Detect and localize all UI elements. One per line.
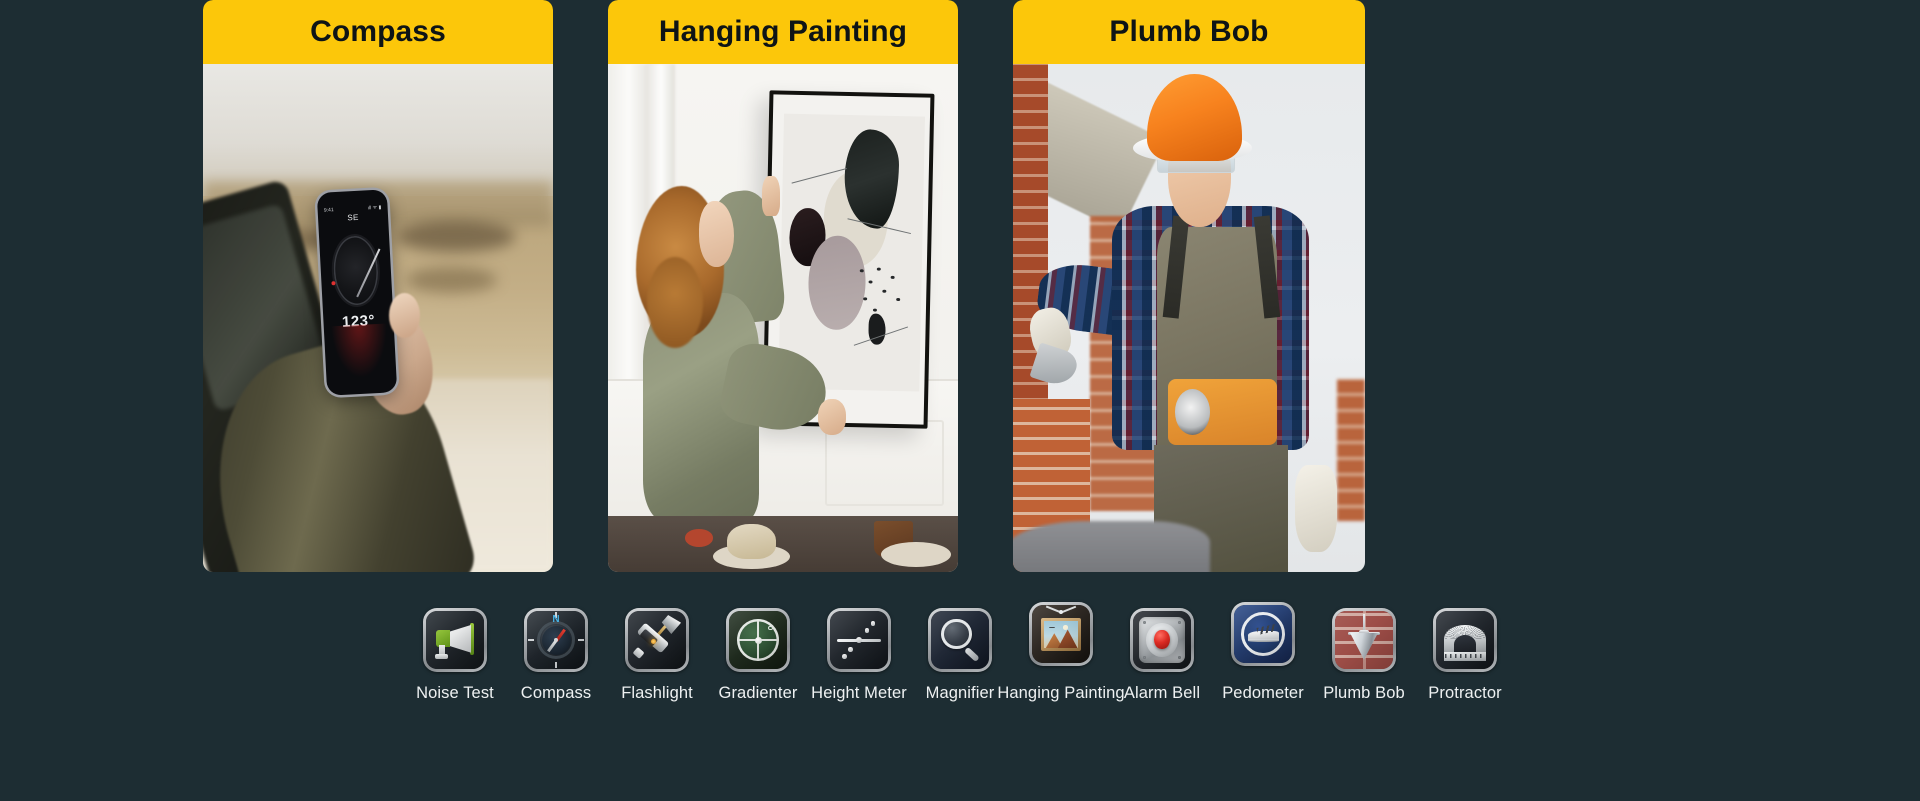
feature-card-plumb-bob[interactable]: Plumb Bob [1013, 0, 1365, 572]
art-speck [872, 308, 877, 312]
app-icon-label: Magnifier [925, 684, 995, 702]
app-icon-flashlight[interactable]: Flashlight [607, 608, 708, 703]
hand-upper [762, 175, 780, 217]
icon-tile[interactable] [1029, 602, 1093, 666]
megaphone-icon [426, 611, 484, 669]
art-speck [890, 275, 895, 279]
hand-lower [818, 399, 846, 435]
ceramic-bowl [727, 523, 776, 560]
protractor-icon [1436, 611, 1494, 669]
app-icon-height-meter[interactable]: Height Meter [809, 608, 910, 703]
icon-tile[interactable] [1231, 602, 1295, 666]
app-icon-label: Noise Test [416, 684, 494, 702]
app-icon-label: Hanging Painting [997, 684, 1125, 702]
magnifying-glass-icon [931, 611, 989, 669]
abstract-artwork [777, 114, 925, 392]
sneaker-icon [1234, 605, 1292, 663]
level-bubble-icon [729, 611, 787, 669]
card-photo-hanging-painting [608, 64, 958, 572]
icon-tile[interactable] [423, 608, 487, 672]
app-icon-protractor[interactable]: Protractor [1415, 608, 1516, 703]
art-speck [862, 297, 867, 301]
app-icon-hanging-painting[interactable]: Hanging Painting [997, 602, 1125, 703]
brick-wall [1336, 378, 1365, 522]
plate-stack [881, 541, 951, 567]
art-speck [876, 267, 881, 271]
tape-measure [1174, 389, 1211, 435]
plumb-bob-icon [1335, 611, 1393, 669]
face [699, 201, 734, 268]
flashlight-icon [628, 611, 686, 669]
status-indicators: ıll ᯤ ▮ [367, 204, 382, 212]
app-icon-noise-test[interactable]: Noise Test [405, 608, 506, 703]
card-title: Hanging Painting [658, 15, 908, 48]
app-icon-label: Alarm Bell [1123, 684, 1201, 702]
app-icon-compass[interactable]: N Compass [506, 608, 607, 703]
app-icon-plumb-bob[interactable]: Plumb Bob [1314, 608, 1415, 703]
icon-tile[interactable] [1130, 608, 1194, 672]
app-icon-magnifier[interactable]: Magnifier [910, 608, 1011, 703]
icon-tile[interactable]: N [524, 608, 588, 672]
art-speck [881, 289, 886, 293]
wall-panel [825, 419, 944, 506]
curly-hair [646, 257, 703, 349]
app-icon-label: Height Meter [811, 684, 907, 702]
card-header: Plumb Bob [1013, 0, 1365, 64]
brush [395, 221, 515, 252]
icon-tile[interactable] [827, 608, 891, 672]
orange-hard-hat [1146, 74, 1242, 161]
photo-builder-bricklaying [1013, 64, 1365, 572]
status-time: 9:41 [323, 207, 334, 214]
page-root: Compass 9:41 ıll ᯤ ▮ SE 123° Hanging Pai… [0, 0, 1920, 801]
icon-tile[interactable] [1332, 608, 1396, 672]
red-dish [685, 529, 713, 547]
app-icon-label: Flashlight [621, 684, 693, 702]
screen-glow [330, 323, 390, 380]
photo-woman-hanging-painting [608, 64, 958, 572]
app-icon-label: Compass [520, 684, 592, 702]
mortar-pile [1013, 521, 1211, 572]
photo-desert-compass: 9:41 ıll ᯤ ▮ SE 123° [203, 64, 553, 572]
alarm-button-icon [1133, 611, 1191, 669]
icon-tile[interactable] [1433, 608, 1497, 672]
icon-tile[interactable] [625, 608, 689, 672]
feature-card-hanging-painting[interactable]: Hanging Painting [608, 0, 958, 572]
art-speck [867, 280, 872, 284]
brush [406, 267, 497, 293]
thumb [388, 292, 420, 339]
card-header: Compass [203, 0, 553, 64]
app-icon-pedometer[interactable]: Pedometer [1213, 602, 1314, 703]
app-icon-label: Plumb Bob [1323, 684, 1405, 702]
card-title: Compass [310, 15, 446, 48]
icon-tile[interactable] [726, 608, 790, 672]
feature-card-compass[interactable]: Compass 9:41 ıll ᯤ ▮ SE 123° [203, 0, 553, 572]
feature-card-list: Compass 9:41 ıll ᯤ ▮ SE 123° Hanging Pai… [0, 0, 1920, 572]
card-photo-plumb-bob [1013, 64, 1365, 572]
icon-tile[interactable] [928, 608, 992, 672]
app-icon-row: Noise Test N Compass Flashlight Gradient… [0, 602, 1920, 768]
app-icon-gradienter[interactable]: Gradienter [708, 608, 809, 703]
app-icon-label: Pedometer [1222, 684, 1304, 702]
sky [203, 64, 553, 197]
art-speck [895, 297, 900, 301]
card-title: Plumb Bob [1109, 15, 1269, 48]
app-icon-label: Protractor [1428, 684, 1502, 702]
compass-icon: N [527, 611, 585, 669]
compass-marker-dot [331, 281, 336, 286]
art-shape [807, 235, 866, 331]
card-header: Hanging Painting [608, 0, 958, 64]
height-meter-icon [830, 611, 888, 669]
framed-picture-icon [1032, 605, 1090, 663]
app-icon-alarm-bell[interactable]: Alarm Bell [1112, 608, 1213, 703]
app-icon-label: Gradienter [718, 684, 798, 702]
smartphone: 9:41 ıll ᯤ ▮ SE 123° [316, 189, 398, 396]
card-photo-compass: 9:41 ıll ᯤ ▮ SE 123° [203, 64, 553, 572]
work-glove [1294, 465, 1337, 552]
